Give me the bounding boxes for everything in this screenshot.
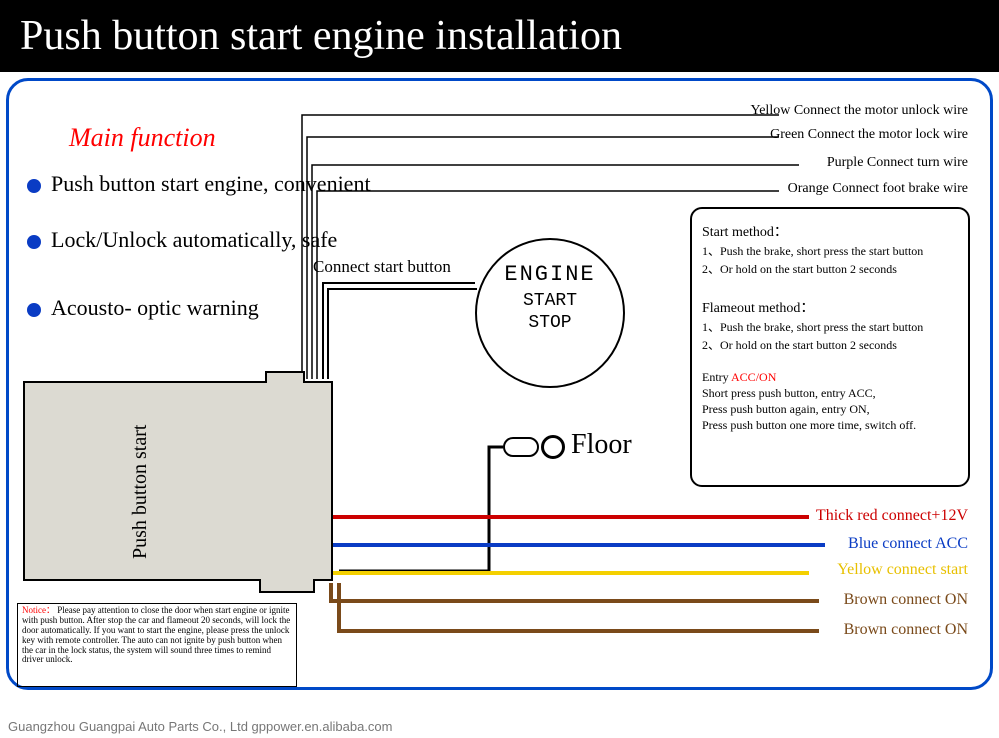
connect-start-button-label: Connect start button (313, 257, 451, 277)
wire-label-brown-on-1: Brown connect ON (844, 591, 968, 609)
wire-label-blue-acc: Blue connect ACC (848, 535, 968, 553)
start-method-heading: Start method： (702, 221, 958, 241)
footer-left: Guangzhou Guangpai Auto Parts Co., Ltd g… (8, 719, 392, 734)
notice-text: Please pay attention to close the door w… (22, 605, 290, 664)
floor-circle-icon (541, 435, 565, 459)
entry-step-2: Press push button again, entry ON, (702, 402, 958, 417)
engine-start-stop-button[interactable]: ENGINE START STOP (475, 238, 625, 388)
main-function-heading: Main function (69, 123, 216, 153)
entry-heading: Entry ACC/ON (702, 370, 958, 385)
notice-label: Notice： (22, 605, 55, 615)
diagram-container: Main function Push button start engine, … (6, 78, 993, 690)
instructions-box: Start method： 1、Push the brake, short pr… (690, 207, 970, 487)
module-bottom-port (259, 579, 315, 593)
flameout-step-1: 1、Push the brake, short press the start … (702, 318, 958, 335)
wire-label-purple-turn: Purple Connect turn wire (827, 155, 968, 171)
engine-label-line2: START (477, 291, 623, 311)
acc-on-highlight: ACC/ON (731, 370, 776, 384)
wire-label-red-12v: Thick red connect+12V (816, 507, 968, 525)
entry-step-3: Press push button one more time, switch … (702, 418, 958, 433)
wire-label-yellow-unlock: Yellow Connect the motor unlock wire (751, 103, 969, 119)
start-step-2: 2、Or hold on the start button 2 seconds (702, 260, 958, 277)
entry-step-1: Short press push button, entry ACC, (702, 386, 958, 401)
notice-box: Notice： Please pay attention to close th… (17, 603, 297, 687)
bullet-2: Lock/Unlock automatically, safe (27, 227, 337, 253)
bullet-1: Push button start engine, convenient (27, 171, 371, 197)
engine-label-line1: ENGINE (477, 262, 623, 287)
flameout-method-heading: Flameout method： (702, 297, 958, 317)
footer: Guangzhou Guangpai Auto Parts Co., Ltd g… (8, 719, 991, 734)
module-top-port (265, 371, 305, 383)
wire-label-yellow-start: Yellow connect start (837, 561, 968, 579)
wire-label-green-lock: Green Connect the motor lock wire (770, 127, 968, 143)
title-banner: Push button start engine installation (0, 0, 999, 72)
bullet-3: Acousto- optic warning (27, 295, 259, 321)
module-label: Push button start (129, 425, 152, 559)
floor-key-icon (503, 437, 539, 457)
floor-label: Floor (571, 429, 632, 461)
flameout-step-2: 2、Or hold on the start button 2 seconds (702, 336, 958, 353)
control-module: Push button start (23, 381, 333, 581)
engine-label-line3: STOP (477, 313, 623, 333)
wire-label-brown-on-2: Brown connect ON (844, 621, 968, 639)
start-step-1: 1、Push the brake, short press the start … (702, 242, 958, 259)
wire-label-orange-brake: Orange Connect foot brake wire (788, 181, 968, 197)
